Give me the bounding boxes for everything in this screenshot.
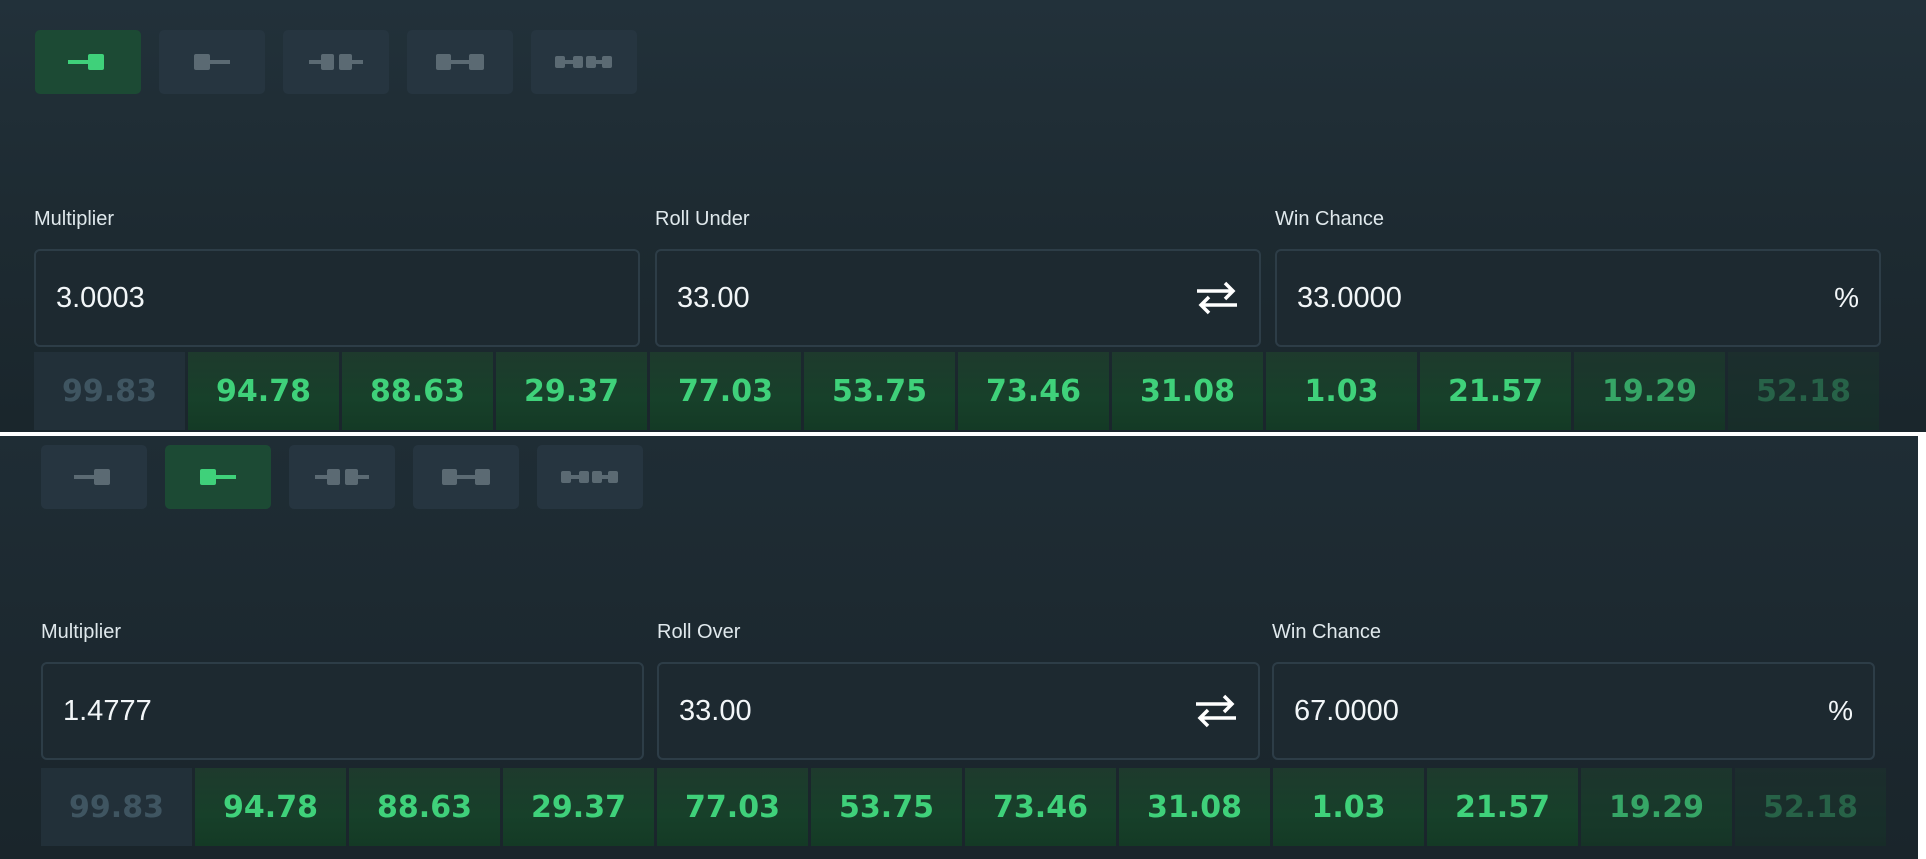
between-two-ranges-icon xyxy=(561,471,618,483)
tab-between-two-ranges[interactable] xyxy=(531,30,637,94)
win-chance-label: Win Chance xyxy=(1272,621,1381,643)
roll-under-icon xyxy=(74,469,110,485)
history-chip: 29.37 xyxy=(496,352,647,430)
history-chip: 99.83 xyxy=(41,768,192,846)
between-two-ranges-icon xyxy=(555,56,612,68)
roll-over-value: 33.00 xyxy=(679,694,752,727)
tab-outside-range[interactable] xyxy=(283,30,389,94)
roll-under-icon xyxy=(68,54,104,70)
tab-roll-over[interactable] xyxy=(159,30,265,94)
win-chance-label: Win Chance xyxy=(1275,208,1384,230)
roll-under-label: Roll Under xyxy=(655,208,750,230)
roll-over-field[interactable]: 33.00 xyxy=(657,662,1260,760)
roll-over-label: Roll Over xyxy=(657,621,741,643)
history-chip: 88.63 xyxy=(342,352,493,430)
history-chip: 77.03 xyxy=(657,768,808,846)
history-chip: 19.29 xyxy=(1574,352,1725,430)
tab-between-range[interactable] xyxy=(413,445,519,509)
tab-roll-under[interactable] xyxy=(35,30,141,94)
history-chip: 94.78 xyxy=(188,352,339,430)
percent-suffix: % xyxy=(1834,282,1859,313)
history-chip: 94.78 xyxy=(195,768,346,846)
mode-tabs xyxy=(35,30,637,94)
multiplier-field[interactable]: 3.0003 xyxy=(34,249,640,347)
tab-roll-over[interactable] xyxy=(165,445,271,509)
history-chip: 88.63 xyxy=(349,768,500,846)
mode-tabs xyxy=(41,445,643,509)
history-chip: 77.03 xyxy=(650,352,801,430)
roll-under-field[interactable]: 33.00 xyxy=(655,249,1261,347)
tab-roll-under[interactable] xyxy=(41,445,147,509)
swap-icon[interactable] xyxy=(1194,693,1238,729)
multiplier-value: 3.0003 xyxy=(56,281,145,314)
dice-panel-roll-under: Multiplier 3.0003 Roll Under 33.00 Win C… xyxy=(0,0,1926,432)
percent-suffix: % xyxy=(1828,695,1853,726)
history-chip: 52.18 xyxy=(1728,352,1879,430)
roll-over-icon xyxy=(200,469,236,485)
history-chip: 73.46 xyxy=(965,768,1116,846)
frame-edge xyxy=(1918,436,1926,859)
outside-range-icon xyxy=(315,469,369,485)
history-chip: 53.75 xyxy=(811,768,962,846)
history-chip: 21.57 xyxy=(1427,768,1578,846)
history-chip: 53.75 xyxy=(804,352,955,430)
history-chip: 31.08 xyxy=(1112,352,1263,430)
dice-panel-roll-over: Multiplier 1.4777 Roll Over 33.00 Win Ch… xyxy=(0,436,1918,859)
multiplier-value: 1.4777 xyxy=(63,694,152,727)
between-range-icon xyxy=(442,469,490,485)
results-history: 99.83 94.78 88.63 29.37 77.03 53.75 73.4… xyxy=(41,768,1886,846)
roll-over-icon xyxy=(194,54,230,70)
history-chip: 19.29 xyxy=(1581,768,1732,846)
history-chip: 52.18 xyxy=(1735,768,1886,846)
history-chip: 21.57 xyxy=(1420,352,1571,430)
win-chance-field[interactable]: 67.0000 % xyxy=(1272,662,1875,760)
history-chip: 73.46 xyxy=(958,352,1109,430)
history-chip: 1.03 xyxy=(1273,768,1424,846)
outside-range-icon xyxy=(309,54,363,70)
win-chance-value: 67.0000 xyxy=(1294,694,1399,727)
tab-between-range[interactable] xyxy=(407,30,513,94)
history-chip: 29.37 xyxy=(503,768,654,846)
swap-icon[interactable] xyxy=(1195,280,1239,316)
multiplier-field[interactable]: 1.4777 xyxy=(41,662,644,760)
between-range-icon xyxy=(436,54,484,70)
win-chance-field[interactable]: 33.0000 % xyxy=(1275,249,1881,347)
history-chip: 31.08 xyxy=(1119,768,1270,846)
roll-under-value: 33.00 xyxy=(677,281,750,314)
win-chance-value: 33.0000 xyxy=(1297,281,1402,314)
results-history: 99.83 94.78 88.63 29.37 77.03 53.75 73.4… xyxy=(34,352,1879,430)
multiplier-label: Multiplier xyxy=(41,621,122,643)
multiplier-label: Multiplier xyxy=(34,208,115,230)
history-chip: 99.83 xyxy=(34,352,185,430)
history-chip: 1.03 xyxy=(1266,352,1417,430)
tab-outside-range[interactable] xyxy=(289,445,395,509)
tab-between-two-ranges[interactable] xyxy=(537,445,643,509)
